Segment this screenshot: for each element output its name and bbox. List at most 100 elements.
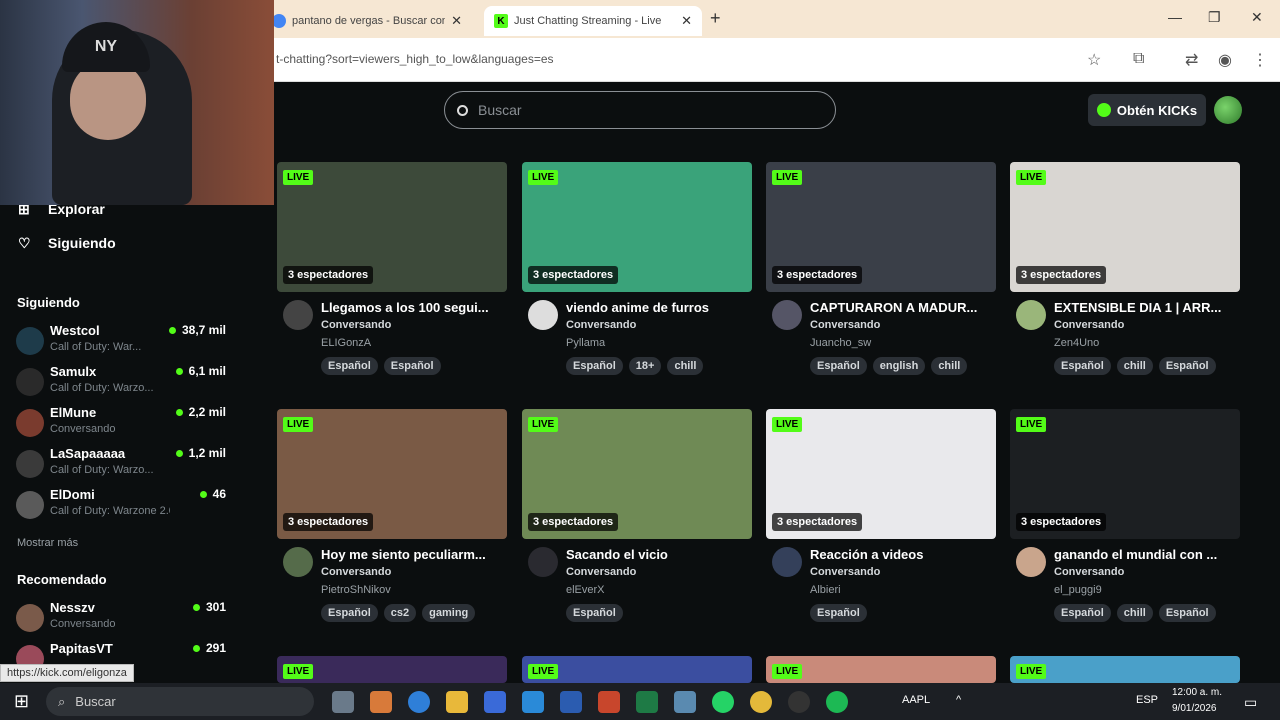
stream-tag[interactable]: 18+ xyxy=(628,357,662,375)
stock-ticker[interactable]: AAPL xyxy=(902,694,930,706)
stream-tag[interactable]: Español xyxy=(383,357,441,375)
sidebar-channel[interactable]: Samulx Call of Duty: Warzo... 6,1 mil xyxy=(16,364,226,400)
close-window-icon[interactable]: ✕ xyxy=(1251,9,1263,26)
stream-tag[interactable]: Español xyxy=(810,604,867,622)
tab-google-search[interactable]: pantano de vergas - Buscar con ✕ xyxy=(262,6,472,36)
close-icon[interactable]: ✕ xyxy=(451,13,462,29)
streamer-avatar[interactable] xyxy=(1016,547,1046,577)
streamer-name[interactable]: Pyllama xyxy=(566,337,605,349)
stream-thumbnail[interactable]: LIVE 3 espectadores xyxy=(277,409,507,539)
stream-tag[interactable]: cs2 xyxy=(383,604,417,622)
clock-date[interactable]: 9/01/2026 xyxy=(1172,703,1217,714)
stream-category[interactable]: Conversando xyxy=(321,319,391,331)
stream-title[interactable]: Reacción a videos xyxy=(810,547,996,562)
stream-thumbnail[interactable]: LIVE 3 espectadores xyxy=(1010,162,1240,292)
edge-icon[interactable] xyxy=(408,691,430,713)
stream-tag[interactable]: chill xyxy=(1116,604,1153,622)
streamer-avatar[interactable] xyxy=(1016,300,1046,330)
stream-card[interactable]: LIVE 3 espectadores ganando el mundial con… xyxy=(1010,409,1240,629)
stream-thumbnail[interactable]: LIVE xyxy=(766,656,996,683)
streamer-name[interactable]: el_puggi9 xyxy=(1054,584,1102,596)
stream-card[interactable]: LIVE 3 espectadores viendo anime de furros… xyxy=(522,162,752,382)
stream-title[interactable]: Sacando el vicio xyxy=(566,547,752,562)
stream-tag[interactable]: chill xyxy=(667,357,704,375)
stream-title[interactable]: CAPTURARON A MADUR... xyxy=(810,300,996,315)
streamer-avatar[interactable] xyxy=(772,547,802,577)
powerpoint-icon[interactable] xyxy=(598,691,620,713)
stream-tag[interactable]: Español xyxy=(321,357,378,375)
tab-kick[interactable]: K Just Chatting Streaming - Live ✕ xyxy=(484,6,702,36)
get-kicks-button[interactable]: Obtén KICKs xyxy=(1088,94,1206,126)
stream-thumbnail[interactable]: LIVE 3 espectadores xyxy=(766,162,996,292)
stream-tag[interactable]: Español xyxy=(321,604,378,622)
excel-icon[interactable] xyxy=(636,691,658,713)
stream-thumbnail[interactable]: LIVE 3 espectadores xyxy=(1010,409,1240,539)
windows-start-icon[interactable]: ⊞ xyxy=(14,691,29,712)
menu-icon[interactable]: ⋮ xyxy=(1252,50,1268,70)
translate-icon[interactable]: ⇄ xyxy=(1185,50,1198,70)
streamer-name[interactable]: elEverX xyxy=(566,584,605,596)
sidebar-channel[interactable]: ElMune Conversando 2,2 mil xyxy=(16,405,226,441)
minimize-icon[interactable]: — xyxy=(1168,9,1182,25)
taskbar-search[interactable]: ⌕ Buscar xyxy=(46,687,314,716)
whatsapp-icon[interactable] xyxy=(712,691,734,713)
stream-thumbnail[interactable]: LIVE 3 espectadores xyxy=(522,162,752,292)
stream-tag[interactable]: chill xyxy=(1116,357,1153,375)
star-icon[interactable]: ☆ xyxy=(1087,50,1101,70)
streamer-name[interactable]: Zen4Uno xyxy=(1054,337,1099,349)
app-icon[interactable] xyxy=(674,691,696,713)
stream-tag[interactable]: chill xyxy=(931,357,968,375)
stream-tag[interactable]: english xyxy=(872,357,926,375)
streamer-name[interactable]: ELIGonzA xyxy=(321,337,371,349)
show-more-link[interactable]: Mostrar más xyxy=(17,537,78,549)
stream-title[interactable]: Llegamos a los 100 segui... xyxy=(321,300,507,315)
stream-title[interactable]: Hoy me siento peculiarm... xyxy=(321,547,507,562)
stream-card[interactable]: LIVE 3 espectadores EXTENSIBLE DIA 1 | ARR… xyxy=(1010,162,1240,382)
streamer-avatar[interactable] xyxy=(283,300,313,330)
stream-card[interactable]: LIVE 3 espectadores Llegamos a los 100 seg… xyxy=(277,162,507,382)
user-avatar[interactable] xyxy=(1214,96,1242,124)
stream-card[interactable]: LIVE 3 espectadores Hoy me siento peculiar… xyxy=(277,409,507,629)
stream-tag[interactable]: Español xyxy=(1054,604,1111,622)
sidebar-item-following[interactable]: ♡ Siguiendo xyxy=(18,235,116,251)
stream-thumbnail[interactable]: LIVE 3 espectadores xyxy=(277,162,507,292)
spotify-icon[interactable] xyxy=(826,691,848,713)
restore-icon[interactable]: ❐ xyxy=(1208,9,1221,26)
stream-card[interactable]: LIVE 3 espectadores CAPTURARON A MADUR... C… xyxy=(766,162,996,382)
sidebar-channel[interactable]: Westcol Call of Duty: War... 38,7 mil xyxy=(16,323,226,359)
chevron-up-icon[interactable]: ^ xyxy=(956,694,961,706)
store-icon[interactable] xyxy=(484,691,506,713)
search-input[interactable] xyxy=(478,102,818,118)
url-field[interactable]: t-chatting?sort=viewers_high_to_low&lang… xyxy=(276,52,554,66)
sidebar-channel[interactable]: Nesszv Conversando 301 xyxy=(16,600,226,636)
stream-card[interactable]: LIVE 3 espectadores Sacando el vicio Conver… xyxy=(522,409,752,629)
streamer-name[interactable]: PietroShNikov xyxy=(321,584,391,596)
stream-category[interactable]: Conversando xyxy=(810,319,880,331)
streamer-avatar[interactable] xyxy=(528,300,558,330)
mail-icon[interactable] xyxy=(522,691,544,713)
stream-category[interactable]: Conversando xyxy=(566,566,636,578)
stream-category[interactable]: Conversando xyxy=(1054,566,1124,578)
streamer-name[interactable]: Juancho_sw xyxy=(810,337,871,349)
word-icon[interactable] xyxy=(560,691,582,713)
stream-thumbnail[interactable]: LIVE 3 espectadores xyxy=(522,409,752,539)
stream-title[interactable]: EXTENSIBLE DIA 1 | ARR... xyxy=(1054,300,1240,315)
chrome-icon[interactable] xyxy=(750,691,772,713)
streamer-name[interactable]: Albieri xyxy=(810,584,841,596)
stream-category[interactable]: Conversando xyxy=(321,566,391,578)
stream-title[interactable]: viendo anime de furros xyxy=(566,300,752,315)
stream-thumbnail[interactable]: LIVE xyxy=(277,656,507,683)
stream-category[interactable]: Conversando xyxy=(566,319,636,331)
close-icon[interactable]: ✕ xyxy=(681,13,692,29)
streamer-avatar[interactable] xyxy=(528,547,558,577)
stream-card[interactable]: LIVE 3 espectadores Reacción a videos Conve… xyxy=(766,409,996,629)
stream-tag[interactable]: Español xyxy=(810,357,867,375)
language-indicator[interactable]: ESP xyxy=(1136,694,1158,706)
clock-time[interactable]: 12:00 a. m. xyxy=(1172,687,1222,698)
stream-tag[interactable]: Español xyxy=(566,604,623,622)
stream-tag[interactable]: Español xyxy=(1158,604,1216,622)
stream-tag[interactable]: gaming xyxy=(422,604,476,622)
stream-tag[interactable]: Español xyxy=(1158,357,1216,375)
search-box[interactable] xyxy=(444,91,836,129)
sidebar-channel[interactable]: LaSapaaaaa Call of Duty: Warzo... 1,2 mil xyxy=(16,446,226,482)
